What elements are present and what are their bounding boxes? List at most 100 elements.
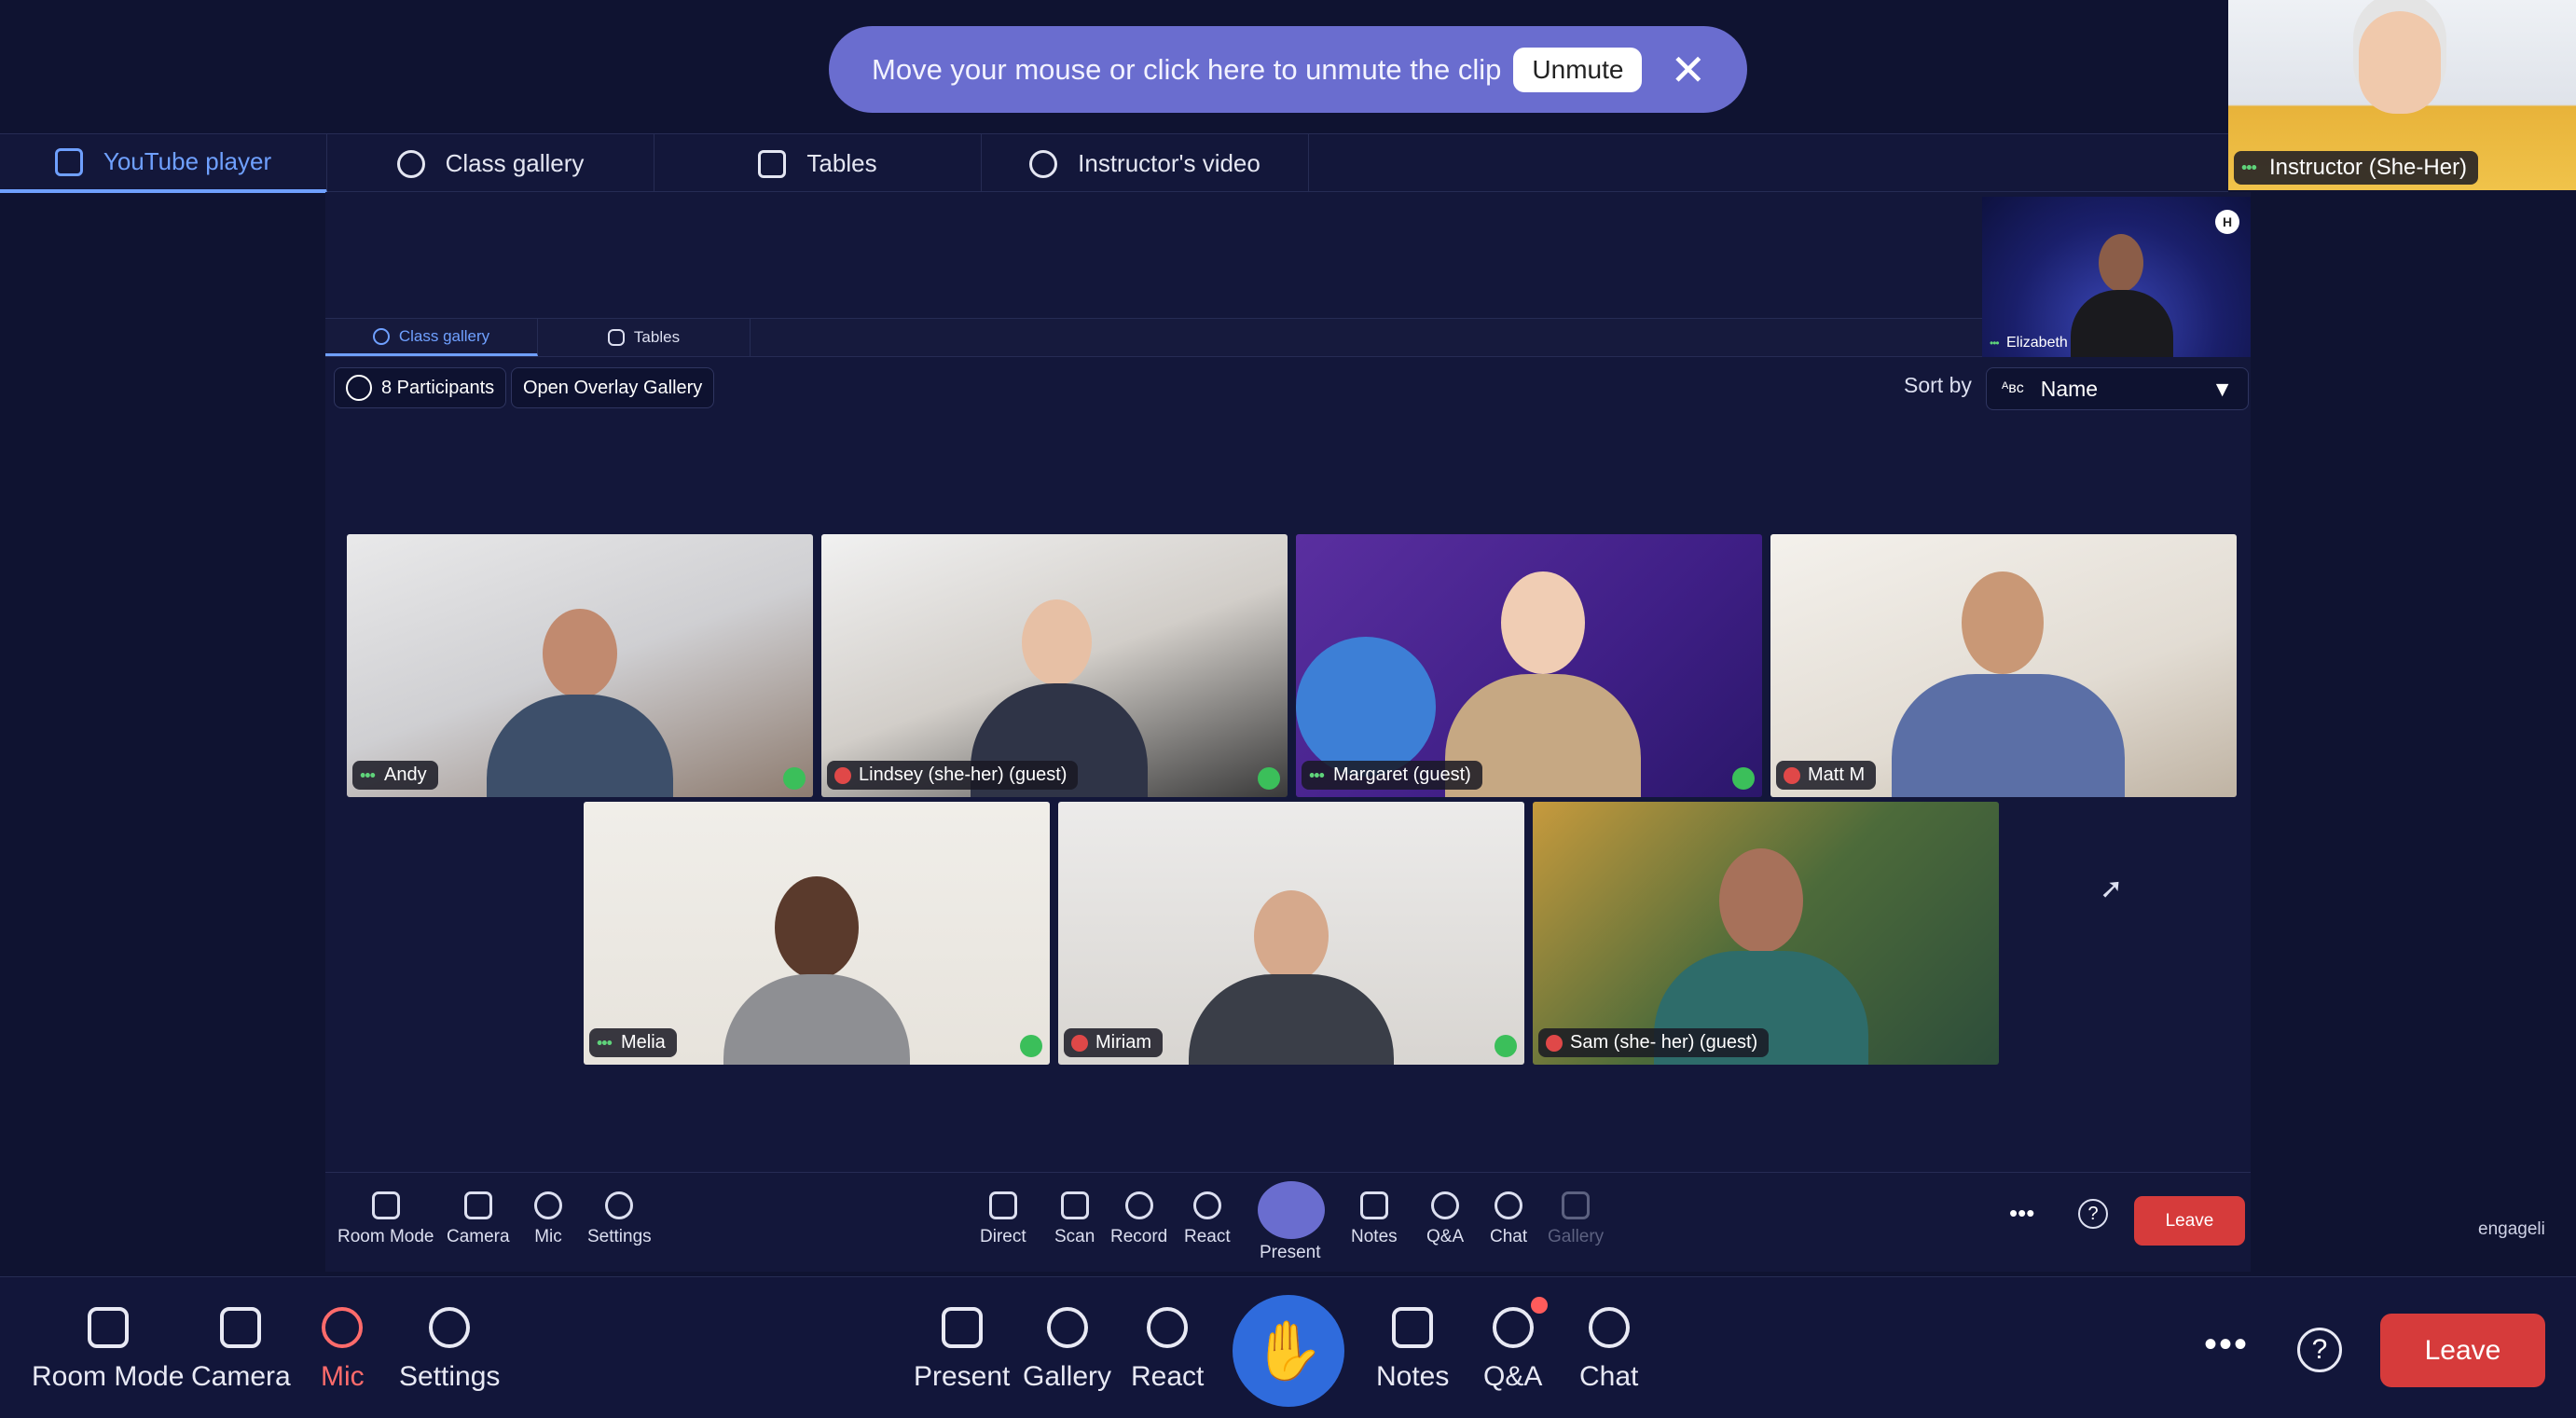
participant-avatar xyxy=(1719,848,1803,953)
participant-tile[interactable]: ••• Melia xyxy=(584,802,1050,1065)
camera-icon xyxy=(220,1307,262,1348)
inner-mic-button[interactable]: Mic xyxy=(534,1191,562,1247)
play-icon xyxy=(54,147,83,176)
hand-icon: ✋ xyxy=(1252,1318,1325,1384)
mic-button[interactable]: Mic xyxy=(321,1307,365,1393)
tab-instructors-video[interactable]: Instructor's video xyxy=(982,134,1309,193)
tab-class-gallery[interactable]: Class gallery xyxy=(327,134,654,193)
close-icon[interactable]: ✕ xyxy=(1670,48,1706,91)
participant-label: Miriam xyxy=(1064,1028,1163,1057)
tab-label: Class gallery xyxy=(398,326,490,345)
grid-icon xyxy=(396,149,425,178)
record-icon xyxy=(1124,1191,1153,1219)
tab-youtube-player[interactable]: YouTube player xyxy=(0,134,327,193)
record-icon: H xyxy=(2215,210,2239,234)
cursor-icon: ➚ xyxy=(2100,874,2124,904)
present-button[interactable]: Present xyxy=(914,1307,1010,1393)
open-overlay-gallery-button[interactable]: Open Overlay Gallery xyxy=(511,367,715,408)
button-label: Direct xyxy=(980,1227,1026,1246)
participant-tile[interactable]: Matt M xyxy=(1770,534,2237,797)
inner-chat-button[interactable]: Chat xyxy=(1490,1191,1527,1247)
unmute-banner[interactable]: Move your mouse or click here to unmute … xyxy=(829,26,1747,113)
more-icon[interactable]: ••• xyxy=(2204,1324,2249,1366)
main-tabs: YouTube player Class gallery Tables Inst… xyxy=(0,133,2228,193)
gallery-button[interactable]: Gallery xyxy=(1023,1307,1111,1393)
elizabeth-body xyxy=(2071,290,2173,357)
button-label: Q&A xyxy=(1426,1227,1465,1246)
button-label: Notes xyxy=(1376,1361,1450,1392)
instructor-label: ••• Instructor (She-Her) xyxy=(2234,151,2479,185)
inner-tab-tables[interactable]: Tables xyxy=(538,319,751,356)
speaking-indicator xyxy=(1495,1035,1517,1057)
chat-button[interactable]: Chat xyxy=(1579,1307,1638,1393)
tables-icon xyxy=(758,149,787,178)
participants-button[interactable]: 8 Participants xyxy=(334,367,507,408)
participant-tile[interactable]: ••• Margaret (guest) xyxy=(1296,534,1762,797)
qa-button[interactable]: Q&A xyxy=(1483,1307,1542,1393)
inner-direct-button[interactable]: Direct xyxy=(980,1191,1026,1247)
button-label: Room Mode xyxy=(32,1361,185,1392)
react-button[interactable]: React xyxy=(1131,1307,1204,1393)
scan-icon xyxy=(1060,1191,1089,1219)
settings-button[interactable]: Settings xyxy=(399,1307,500,1393)
button-label: Gallery xyxy=(1023,1361,1112,1392)
notes-icon xyxy=(1359,1191,1388,1219)
participant-avatar xyxy=(1022,599,1092,685)
participant-label: ••• Margaret (guest) xyxy=(1302,761,1482,790)
participant-tile[interactable]: Lindsey (she-her) (guest) xyxy=(821,534,1288,797)
overlay-label: Open Overlay Gallery xyxy=(523,377,703,398)
button-label: Mic xyxy=(534,1227,562,1246)
participant-tile[interactable]: Miriam xyxy=(1058,802,1524,1065)
participant-name: Margaret (guest) xyxy=(1333,764,1471,785)
help-icon[interactable]: ? xyxy=(2297,1328,2342,1372)
camera-button[interactable]: Camera xyxy=(191,1307,291,1393)
qa-notification-badge xyxy=(1531,1297,1548,1314)
inner-leave-button[interactable]: Leave xyxy=(2134,1196,2245,1246)
button-label: Record xyxy=(1110,1227,1168,1246)
raise-hand-button[interactable]: ✋ xyxy=(1233,1295,1344,1407)
participant-body xyxy=(1189,974,1394,1065)
leave-button[interactable]: Leave xyxy=(2380,1314,2545,1387)
room-mode-button[interactable]: Room Mode xyxy=(32,1307,184,1393)
mic-off-icon xyxy=(322,1307,364,1348)
participant-label: ••• Melia xyxy=(589,1028,677,1057)
inner-tab-class-gallery[interactable]: Class gallery xyxy=(325,319,538,356)
button-label: Camera xyxy=(447,1227,510,1246)
button-label: Settings xyxy=(399,1361,501,1392)
help-icon[interactable]: ? xyxy=(2078,1199,2108,1229)
button-label: Gallery xyxy=(1548,1227,1605,1246)
mic-off-icon xyxy=(1071,1034,1088,1052)
button-label: Mic xyxy=(321,1361,365,1392)
inner-notes-button[interactable]: Notes xyxy=(1351,1191,1398,1247)
button-label: Camera xyxy=(191,1361,291,1392)
participants-label: 8 Participants xyxy=(381,377,495,398)
inner-react-button[interactable]: React xyxy=(1184,1191,1231,1247)
qa-icon xyxy=(1492,1307,1534,1348)
button-label: React xyxy=(1131,1361,1205,1392)
more-icon[interactable]: ••• xyxy=(2009,1199,2034,1228)
direct-icon xyxy=(988,1191,1017,1219)
inner-qa-button[interactable]: Q&A xyxy=(1426,1191,1464,1247)
unmute-button[interactable]: Unmute xyxy=(1513,47,1643,92)
inner-scan-button[interactable]: Scan xyxy=(1054,1191,1095,1247)
speaking-indicator xyxy=(1258,767,1280,790)
participant-name: Miriam xyxy=(1095,1032,1151,1053)
inner-camera-button[interactable]: Camera xyxy=(447,1191,510,1247)
inner-present-button[interactable] xyxy=(1258,1181,1325,1239)
participant-body xyxy=(1892,674,2125,797)
sort-select[interactable]: ᴬʙᴄ Name ▼ xyxy=(1986,367,2249,410)
participant-avatar xyxy=(1254,890,1329,982)
inner-present-label: Present xyxy=(1260,1243,1321,1262)
tab-label: YouTube player xyxy=(103,147,272,175)
notes-button[interactable]: Notes xyxy=(1376,1307,1449,1393)
smile-icon xyxy=(1147,1307,1189,1348)
door-icon xyxy=(371,1191,400,1219)
inner-settings-button[interactable]: Settings xyxy=(587,1191,652,1247)
participant-tile[interactable]: Sam (she- her) (guest) xyxy=(1533,802,1999,1065)
inner-record-button[interactable]: Record xyxy=(1110,1191,1167,1247)
inner-gallery-button[interactable]: Gallery xyxy=(1548,1191,1604,1247)
mic-icon xyxy=(534,1191,562,1219)
tab-tables[interactable]: Tables xyxy=(654,134,982,193)
inner-room-mode-button[interactable]: Room Mode xyxy=(337,1191,434,1247)
participant-tile[interactable]: ••• Andy xyxy=(347,534,813,797)
